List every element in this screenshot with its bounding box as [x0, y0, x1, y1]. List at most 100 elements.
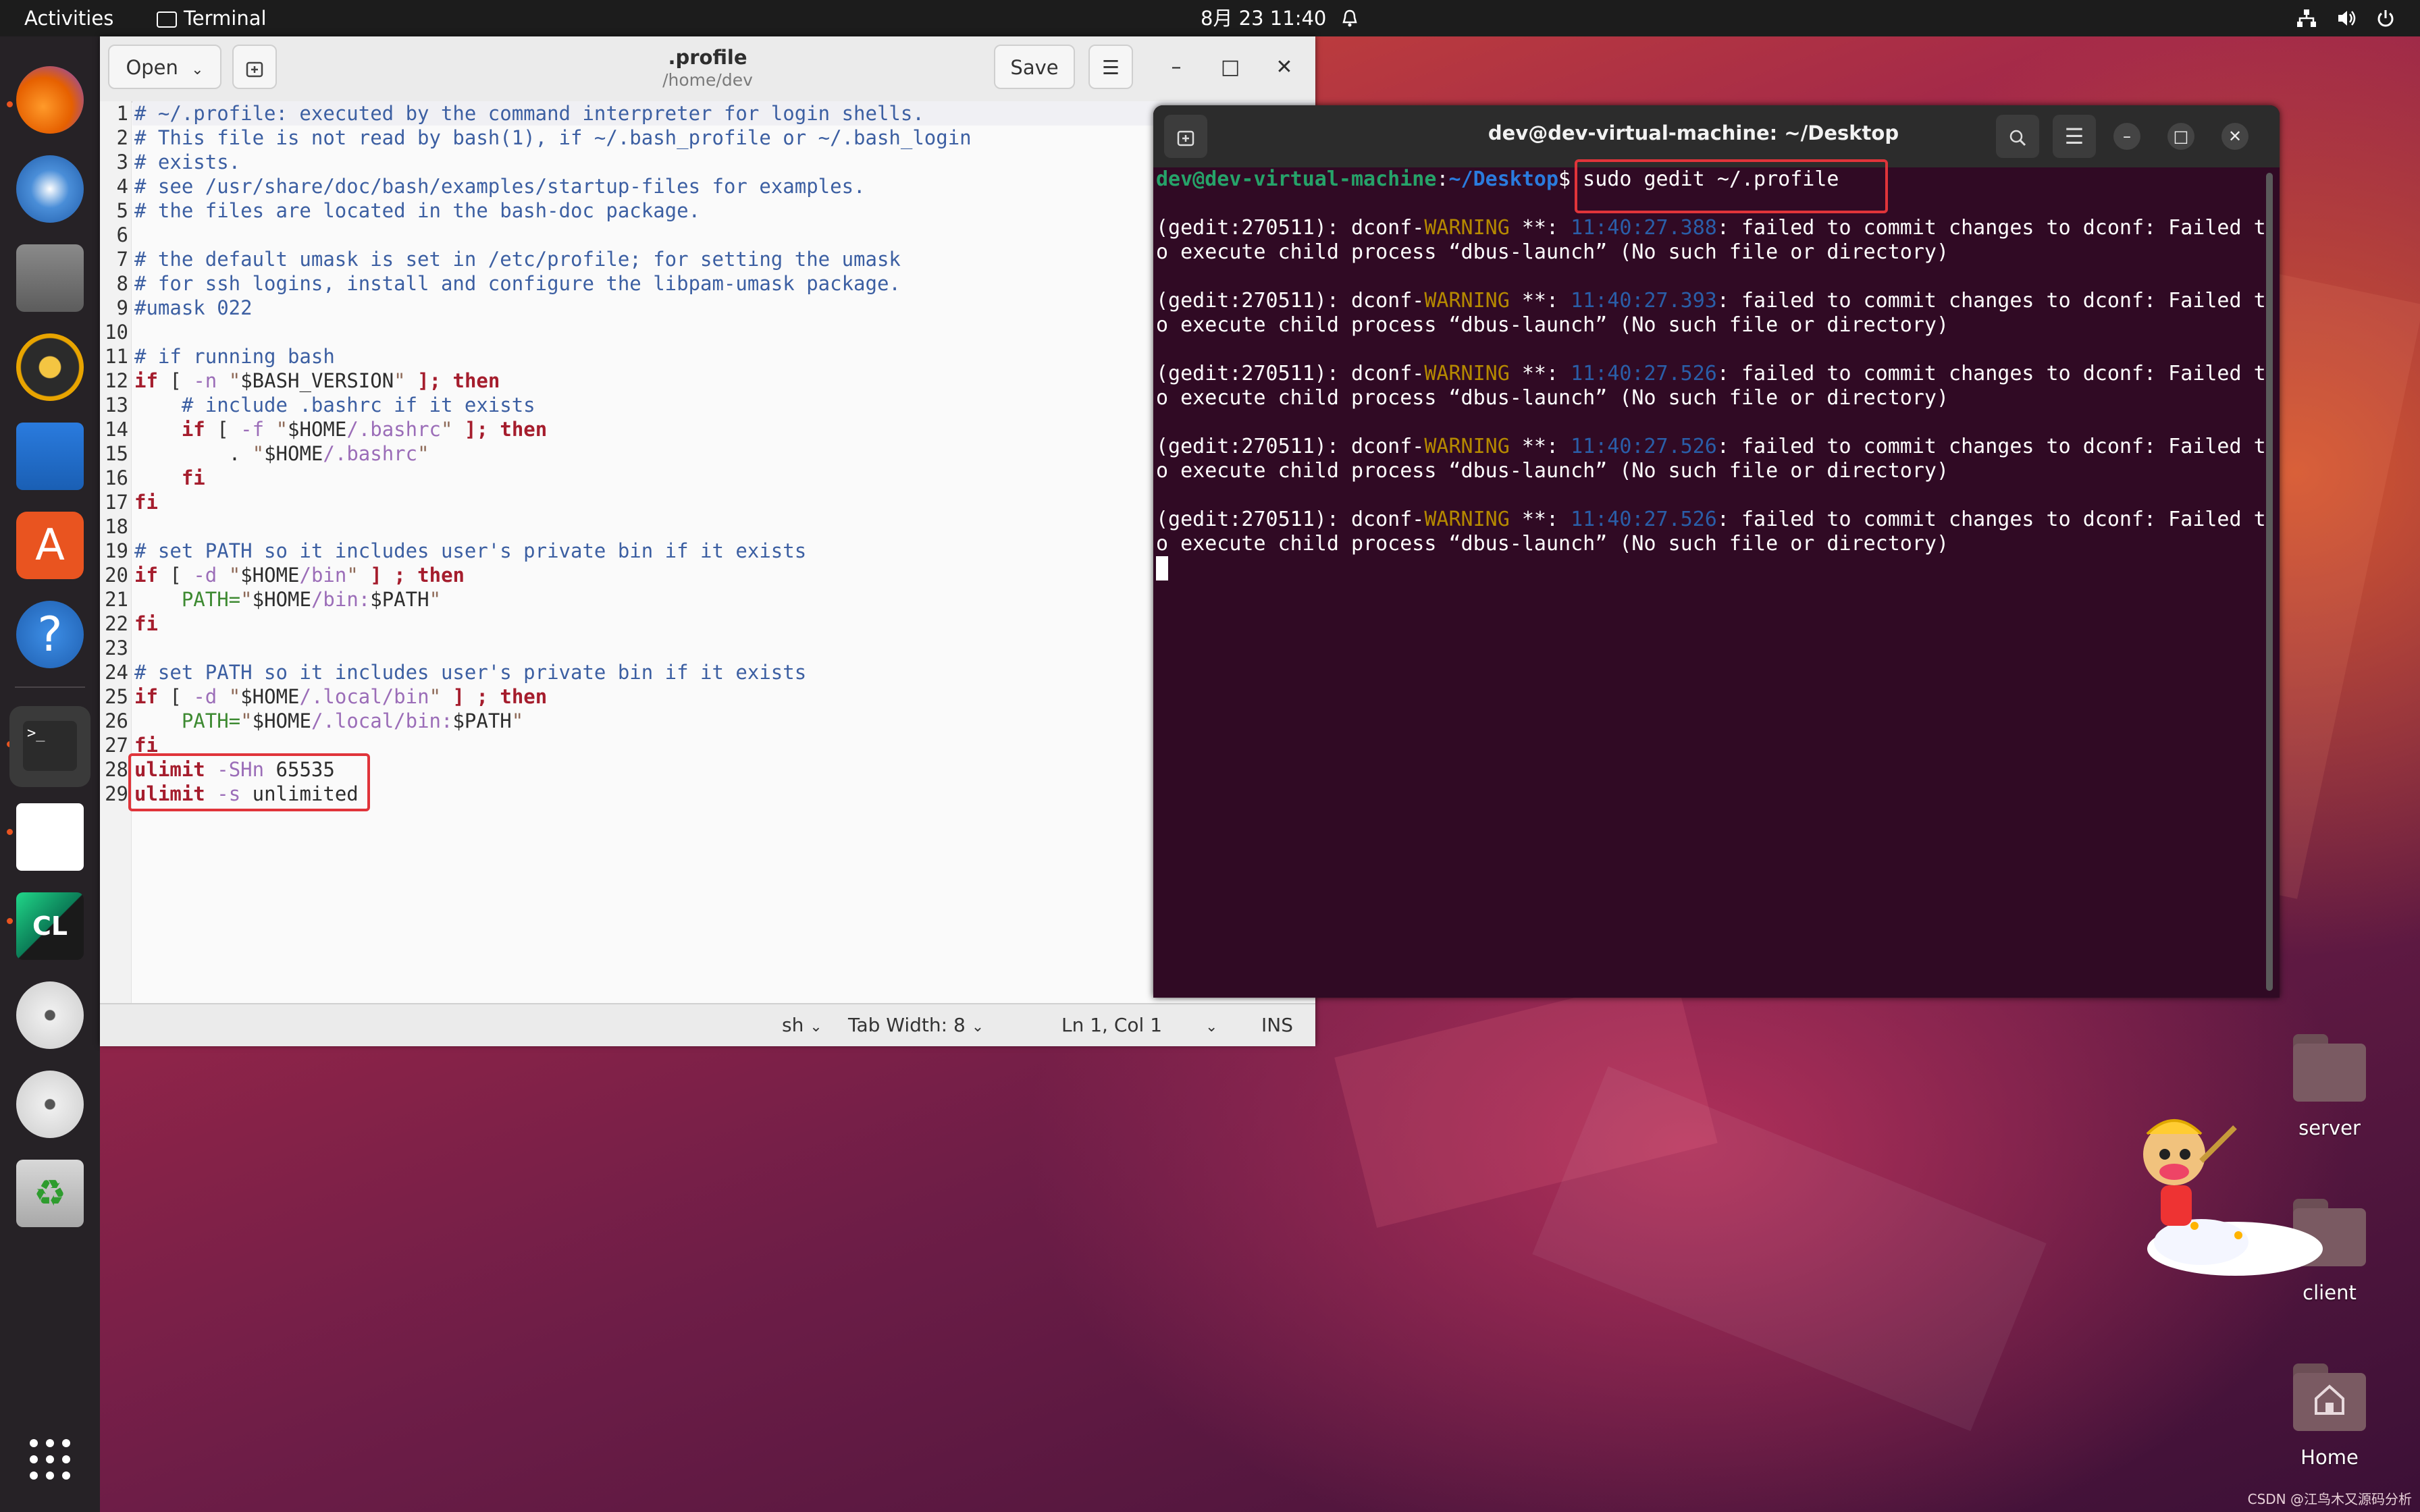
warning-prefix: (gedit:270511): dconf-	[1156, 435, 1425, 458]
line-number: 25	[105, 685, 128, 708]
menu-button[interactable]: ☰	[1088, 45, 1133, 89]
watermark: CSDN @江鸟木又源码分析	[2247, 1491, 2412, 1507]
open-button[interactable]: Open ⌄	[108, 45, 221, 89]
code-editor[interactable]: 1 # ~/.profile: executed by the command i…	[100, 101, 1315, 1040]
folder-icon[interactable]	[2293, 1034, 2366, 1102]
help-icon[interactable]: ?	[16, 601, 84, 668]
app-menu[interactable]: Terminal	[157, 0, 267, 36]
hamburger-icon: ☰	[1102, 56, 1120, 79]
minimize-button[interactable]: –	[2113, 123, 2140, 150]
line-number: 14	[105, 418, 128, 441]
language-selector[interactable]: sh ⌄	[782, 1014, 822, 1036]
line-number: 7	[116, 248, 128, 271]
line-number: 19	[105, 539, 128, 562]
clion-icon[interactable]: CL	[16, 892, 84, 960]
files-icon[interactable]	[16, 244, 84, 312]
desktop-icon-client[interactable]: client	[2262, 1281, 2397, 1304]
dock: A ? >_ CL ♻	[0, 36, 100, 1512]
running-indicator	[7, 918, 13, 924]
home-folder-icon[interactable]	[2293, 1364, 2366, 1431]
warning-mid: **:	[1509, 362, 1571, 385]
code-line: 26 PATH="$HOME/.local/bin:$PATH"	[100, 709, 1315, 733]
warning-prefix: (gedit:270511): dconf-	[1156, 362, 1425, 385]
save-button[interactable]: Save	[994, 45, 1075, 89]
line-number: 24	[105, 661, 128, 684]
tab-width-selector[interactable]: Tab Width: 8 ⌄	[848, 1014, 984, 1036]
search-icon	[2009, 130, 2026, 146]
terminal-icon[interactable]: >_	[9, 706, 90, 787]
warning-line: (gedit:270511): dconf-WARNING **: 11:40:…	[1156, 508, 2266, 532]
warning-level: WARNING	[1424, 289, 1510, 313]
maximize-button[interactable]: □	[2167, 123, 2194, 150]
line-text: if [ -f "$HOME/.bashrc" ]; then	[181, 418, 548, 441]
tab-width-label: Tab Width: 8	[848, 1014, 966, 1036]
network-icon[interactable]	[2296, 8, 2317, 28]
insert-mode-label[interactable]: INS	[1261, 1014, 1293, 1036]
show-apps-icon[interactable]	[28, 1438, 72, 1481]
disc-icon[interactable]	[16, 981, 84, 1049]
code-line: 5 # the files are located in the bash-doc…	[100, 198, 1315, 223]
trash-icon[interactable]: ♻	[16, 1160, 84, 1227]
maximize-button[interactable]: □	[1217, 53, 1244, 82]
running-indicator	[7, 829, 13, 835]
line-number: 21	[105, 588, 128, 611]
new-tab-button[interactable]	[1164, 115, 1207, 158]
code-line: 15 . "$HOME/.bashrc"	[100, 441, 1315, 466]
desktop-icon-home[interactable]: Home	[2262, 1446, 2397, 1469]
code-line: 12 if [ -n "$BASH_VERSION" ]; then	[100, 369, 1315, 393]
clock[interactable]: 8月 23 11:40	[1201, 0, 1326, 36]
minimize-button[interactable]: –	[1163, 53, 1190, 82]
prompt-separator: :	[1436, 167, 1449, 191]
thunderbird-icon[interactable]	[16, 155, 84, 223]
new-tab-icon	[1177, 130, 1194, 146]
line-text: PATH="$HOME/.local/bin:$PATH"	[181, 709, 524, 732]
warning-time: 11:40:27.526	[1571, 508, 1717, 531]
hamburger-icon: ☰	[2064, 124, 2084, 149]
writer-icon[interactable]	[16, 423, 84, 490]
annotation-box-ulimit	[128, 753, 370, 811]
monkey-mascot-icon[interactable]	[2120, 1107, 2323, 1282]
menu-button[interactable]: ☰	[2053, 115, 2096, 158]
search-button[interactable]	[1996, 115, 2039, 158]
close-button[interactable]: ✕	[2221, 123, 2248, 150]
line-number: 6	[116, 223, 128, 246]
warning-line: (gedit:270511): dconf-WARNING **: 11:40:…	[1156, 216, 2266, 240]
code-line: 1 # ~/.profile: executed by the command i…	[100, 101, 1315, 126]
document-title: .profile	[668, 46, 747, 69]
terminal-glyph: >_	[23, 721, 77, 771]
warning-msg: : failed to commit changes to dconf: Fai…	[1716, 508, 2266, 531]
disc-icon[interactable]	[16, 1071, 84, 1138]
line-number: 28	[105, 758, 128, 781]
text-editor-icon[interactable]	[16, 803, 84, 871]
power-icon[interactable]	[2375, 8, 2396, 28]
warning-mid: **:	[1509, 435, 1571, 458]
terminal-output[interactable]: dev@dev-virtual-machine:~/Desktop$ sudo …	[1153, 167, 2266, 998]
code-line: 18	[100, 514, 1315, 539]
firefox-icon[interactable]	[16, 66, 84, 134]
line-text: if [ -d "$HOME/.local/bin" ] ; then	[134, 685, 548, 708]
code-line: 19 # set PATH so it includes user's priva…	[100, 539, 1315, 563]
warning-mid: **:	[1509, 216, 1571, 240]
code-line: 7 # the default umask is set in /etc/prof…	[100, 247, 1315, 271]
warning-prefix: (gedit:270511): dconf-	[1156, 508, 1425, 531]
code-line: 16 fi	[100, 466, 1315, 490]
annotation-box-command	[1575, 159, 1888, 213]
prompt-dollar: $	[1558, 167, 1571, 191]
volume-icon[interactable]	[2336, 8, 2358, 28]
code-line: 25 if [ -d "$HOME/.local/bin" ] ; then	[100, 684, 1315, 709]
code-line: 2 # This file is not read by bash(1), if …	[100, 126, 1315, 150]
terminal-scrollbar[interactable]	[2266, 173, 2273, 991]
new-tab-button[interactable]	[232, 45, 277, 89]
notification-bell-icon[interactable]	[1340, 8, 1360, 28]
line-text: # the default umask is set in /etc/profi…	[134, 248, 901, 271]
close-button[interactable]: ✕	[1271, 53, 1298, 82]
activities-button[interactable]: Activities	[24, 0, 113, 36]
line-number: 9	[116, 296, 128, 319]
cursor-position-selector[interactable]: Ln 1, Col 1 ⌄	[1061, 1014, 1217, 1036]
app-center-icon[interactable]: A	[16, 512, 84, 579]
code-line: 21 PATH="$HOME/bin:$PATH"	[100, 587, 1315, 612]
rhythmbox-icon[interactable]	[16, 333, 84, 401]
gedit-headerbar: Open ⌄ .profile /home/dev Save ☰ – □ ✕	[100, 36, 1315, 103]
line-text: fi	[134, 491, 158, 514]
warning-time: 11:40:27.393	[1571, 289, 1717, 313]
